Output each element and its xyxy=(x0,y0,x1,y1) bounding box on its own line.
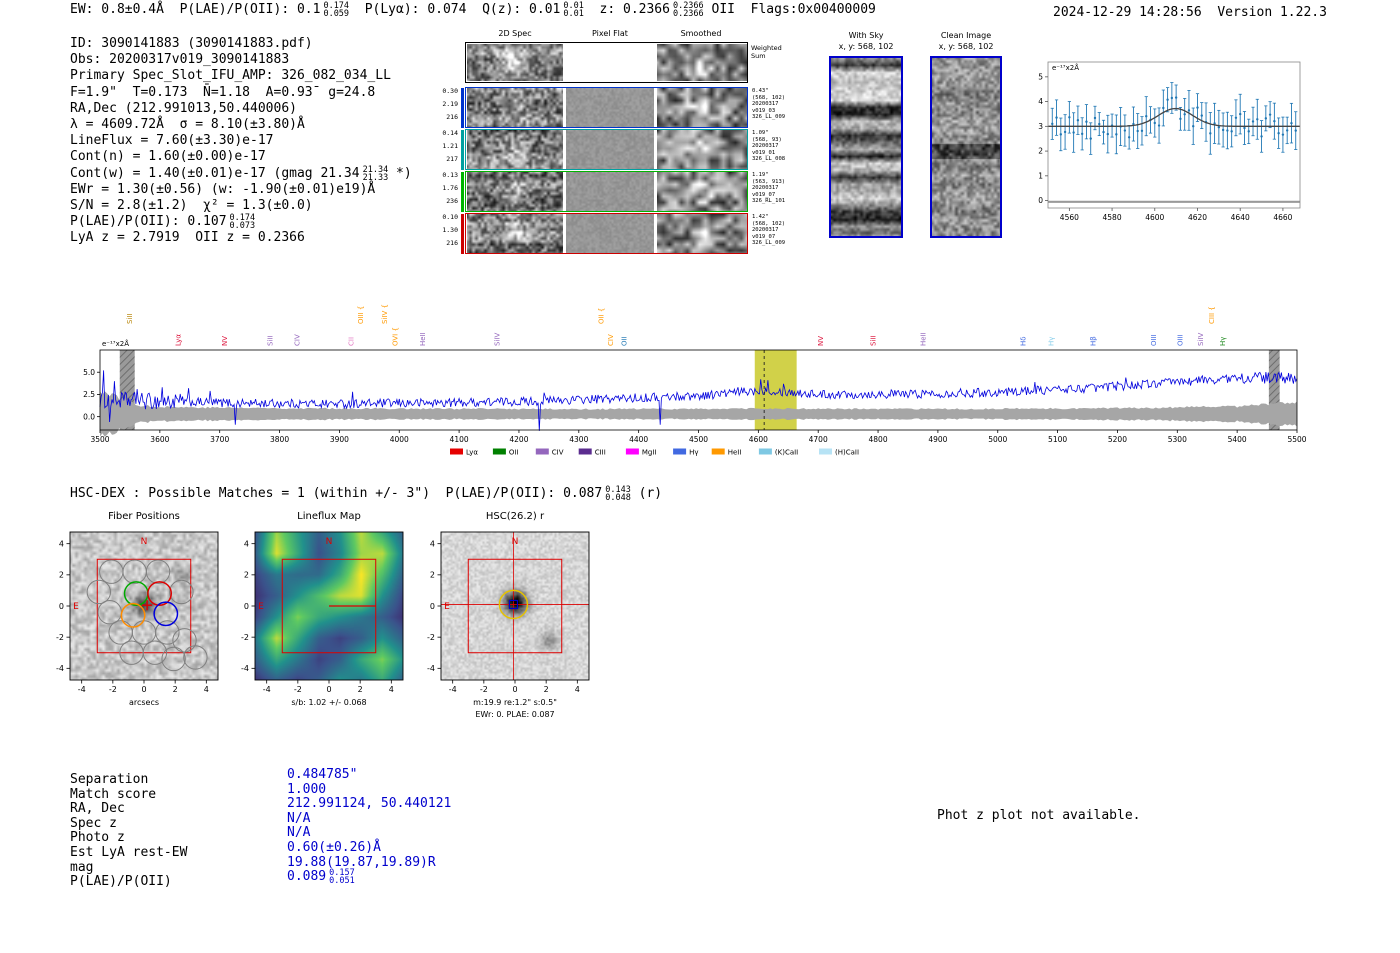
text-segment: 0.60(±0.26)Å xyxy=(287,840,381,855)
match-row-label: Match score xyxy=(70,786,157,802)
match-row-label: Spec z xyxy=(70,815,117,831)
photz-note: Phot z plot not available. xyxy=(937,808,1141,823)
match-row-value: N/A xyxy=(287,825,310,840)
match-row-label: P(LAE)/P(OII) xyxy=(70,874,172,890)
match-row-value: 1.000 xyxy=(287,782,326,797)
match-row-label: Photo z xyxy=(70,830,125,846)
text-segment: N/A xyxy=(287,825,311,841)
match-row-label: Separation xyxy=(70,772,149,787)
match-row-value: 19.88(19.87,19.89)R xyxy=(287,855,436,870)
match-row-label: RA, Dec xyxy=(70,801,125,817)
match-row-value: 0.484785" xyxy=(287,767,357,782)
text-segment: N/A xyxy=(287,810,311,826)
match-row-value: 0.60(±0.26)Å xyxy=(287,840,381,855)
match-row-label: Est LyA rest-EW xyxy=(70,845,188,860)
text-segment: 1.000 xyxy=(287,781,327,797)
text-segment: 0.089 xyxy=(287,869,327,885)
elixer-report: EW: 0.8±0.4Å P(LAE)/P(OII): 0.1 0.174 0.05… xyxy=(0,0,1400,953)
match-table: Separation 0.484785" Match score 1.000 RA, D… xyxy=(0,0,1400,953)
text-segment: 212.991124, 50.440121 xyxy=(287,796,452,812)
match-row-value: 212.991124, 50.440121 xyxy=(287,796,451,811)
text-segment: 0.484785" xyxy=(287,767,358,782)
match-row-label: mag xyxy=(70,859,94,875)
match-row-value: N/A xyxy=(287,811,310,826)
match-row-value: 0.089 0.157 0.051 xyxy=(287,868,355,887)
stacked-fraction: 0.157 0.051 xyxy=(329,868,355,887)
text-segment: 19.88(19.87,19.89)R xyxy=(287,854,436,870)
